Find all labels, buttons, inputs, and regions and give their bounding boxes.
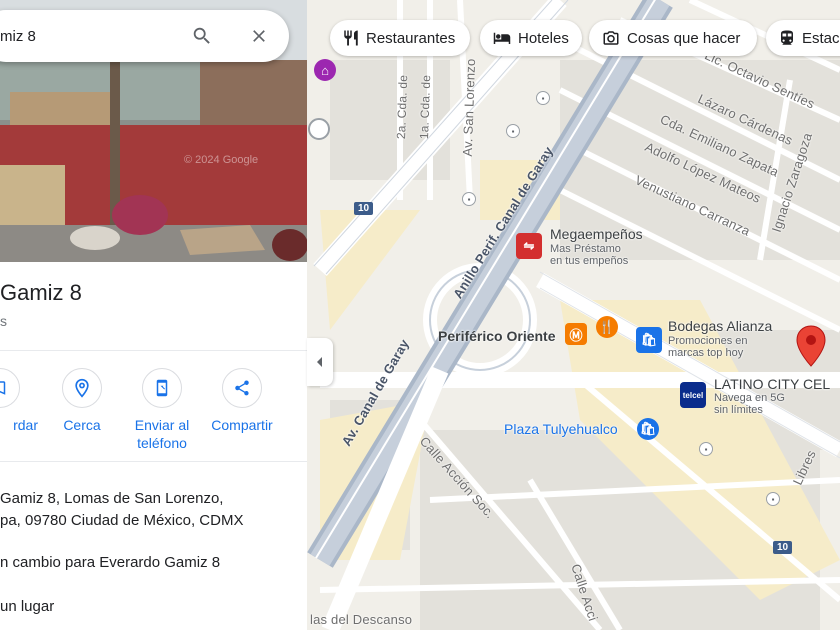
- street-1a-cda: 1a. Cda. de: [417, 74, 434, 140]
- transit-icon: [781, 30, 793, 45]
- pegman-marker-icon[interactable]: [308, 118, 330, 140]
- street-descanso: las del Descanso: [310, 612, 413, 627]
- bus-stop-icon[interactable]: ▪: [766, 492, 780, 506]
- poi-megaempenos-sub1: Mas Préstamo: [550, 243, 621, 255]
- chip-label: Hoteles: [518, 29, 569, 47]
- route-shield-10: 10: [354, 202, 374, 215]
- place-panel: © 2024 Google miz 8 Gamiz 8 s rdar Cerca…: [0, 0, 307, 630]
- metro-icon[interactable]: Ⓜ: [565, 323, 587, 345]
- share-button[interactable]: Compartir: [202, 368, 282, 434]
- bus-stop-icon[interactable]: ▪: [536, 91, 550, 105]
- restaurant-icon: [344, 30, 358, 46]
- bus-stop-icon[interactable]: ▪: [462, 192, 476, 206]
- poi-latino-sub2: sin límites: [714, 404, 763, 416]
- poi-plaza-tulyehualco[interactable]: Plaza Tulyehualco: [504, 421, 618, 437]
- street-2a-cda: 2a. Cda. de: [394, 74, 411, 140]
- poi-megaempenos-sub2: en tus empeños: [550, 255, 629, 267]
- share-icon: [222, 368, 262, 408]
- poi-bodegas-sub2: marcas top hoy: [668, 347, 744, 359]
- save-button[interactable]: rdar: [0, 368, 40, 434]
- nearby-label: Cerca: [63, 417, 101, 433]
- landmark-icon[interactable]: ⌂: [314, 59, 336, 81]
- poi-latino-city-cel[interactable]: LATINO CITY CEL: [714, 376, 830, 392]
- divider: [0, 461, 307, 462]
- photo-watermark: © 2024 Google: [184, 154, 259, 166]
- chip-estacionamiento[interactable]: Estac: [766, 20, 840, 56]
- send-to-phone-icon: [142, 368, 182, 408]
- collapse-panel-button[interactable]: [307, 338, 333, 386]
- poi-bodegas-alianza[interactable]: Bodegas Alianza: [668, 318, 772, 334]
- route-shield-10: 10: [773, 541, 793, 554]
- send-to-phone-label: Enviar al teléfono: [134, 417, 190, 451]
- chip-label: Estac: [802, 29, 840, 47]
- nearby-icon: [62, 368, 102, 408]
- chip-label: Cosas que hacer: [627, 29, 741, 47]
- bus-stop-icon[interactable]: ▪: [699, 442, 713, 456]
- send-to-phone-button[interactable]: Enviar al teléfono: [122, 368, 202, 452]
- close-icon[interactable]: [243, 20, 275, 52]
- bookmark-icon: [0, 368, 20, 408]
- bodegas-alianza-icon[interactable]: 🛍: [636, 327, 662, 353]
- chip-restaurantes[interactable]: Restaurantes: [330, 20, 470, 56]
- chip-hoteles[interactable]: Hoteles: [480, 20, 582, 56]
- chip-cosas-que-hacer[interactable]: Cosas que hacer: [589, 20, 757, 56]
- chevron-left-icon: [317, 357, 322, 367]
- address-line-2[interactable]: pa, 09780 Ciudad de México, CDMX: [0, 512, 243, 529]
- search-input[interactable]: miz 8: [0, 28, 36, 45]
- place-subtitle: s: [0, 313, 7, 329]
- add-place-link[interactable]: un lugar: [0, 598, 54, 615]
- share-label: Compartir: [211, 417, 273, 433]
- search-box[interactable]: miz 8: [0, 10, 289, 62]
- camera-icon: [603, 31, 619, 45]
- poi-latino-sub1: Navega en 5G: [714, 392, 785, 404]
- place-title: Gamiz 8: [0, 280, 82, 305]
- poi-megaempenos[interactable]: Megaempeños: [550, 226, 643, 242]
- save-label: rdar: [13, 417, 38, 433]
- telcel-icon[interactable]: telcel: [680, 382, 706, 408]
- megaempenos-icon[interactable]: ⇋: [516, 233, 542, 259]
- restaurant-marker-icon[interactable]: 🍴: [596, 316, 618, 338]
- poi-bodegas-sub1: Promociones en: [668, 335, 748, 347]
- plaza-shopping-icon[interactable]: 🛍: [637, 418, 659, 440]
- search-icon[interactable]: [186, 20, 218, 52]
- location-pin-icon[interactable]: [796, 325, 826, 367]
- poi-periferico-oriente[interactable]: Periférico Oriente: [438, 328, 556, 344]
- bus-stop-icon[interactable]: ▪: [506, 124, 520, 138]
- hotel-icon: [493, 32, 511, 44]
- suggest-edit-link[interactable]: n cambio para Everardo Gamiz 8: [0, 554, 220, 571]
- address-line-1[interactable]: Gamiz 8, Lomas de San Lorenzo,: [0, 490, 223, 507]
- nearby-button[interactable]: Cerca: [42, 368, 122, 434]
- divider: [0, 350, 307, 351]
- chip-label: Restaurantes: [366, 29, 456, 47]
